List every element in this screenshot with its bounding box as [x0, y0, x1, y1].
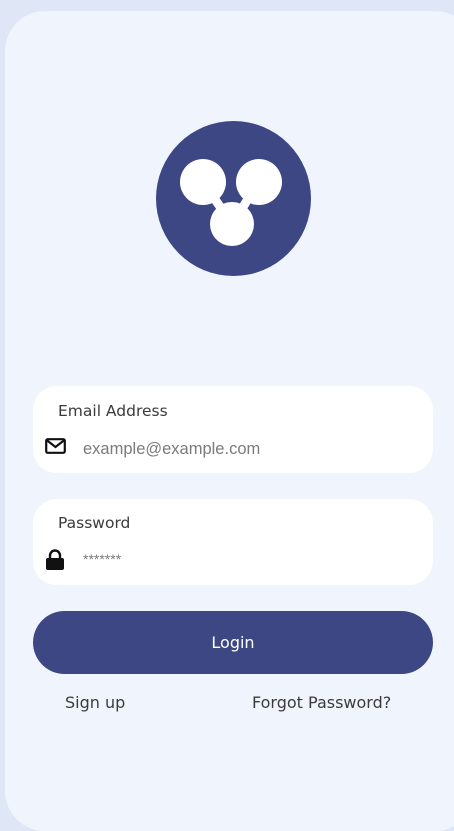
password-label: Password	[58, 514, 131, 532]
email-field-container: Email Address	[33, 386, 433, 473]
email-label: Email Address	[58, 402, 168, 420]
molecule-logo-icon	[156, 121, 311, 276]
forgot-password-link[interactable]: Forgot Password?	[252, 693, 391, 712]
sign-up-link[interactable]: Sign up	[65, 693, 125, 712]
email-input[interactable]	[83, 438, 413, 460]
password-field-container: Password	[33, 499, 433, 585]
login-button[interactable]: Login	[33, 611, 433, 674]
envelope-icon	[45, 438, 66, 458]
lock-icon	[45, 549, 65, 575]
password-input[interactable]	[83, 548, 413, 570]
